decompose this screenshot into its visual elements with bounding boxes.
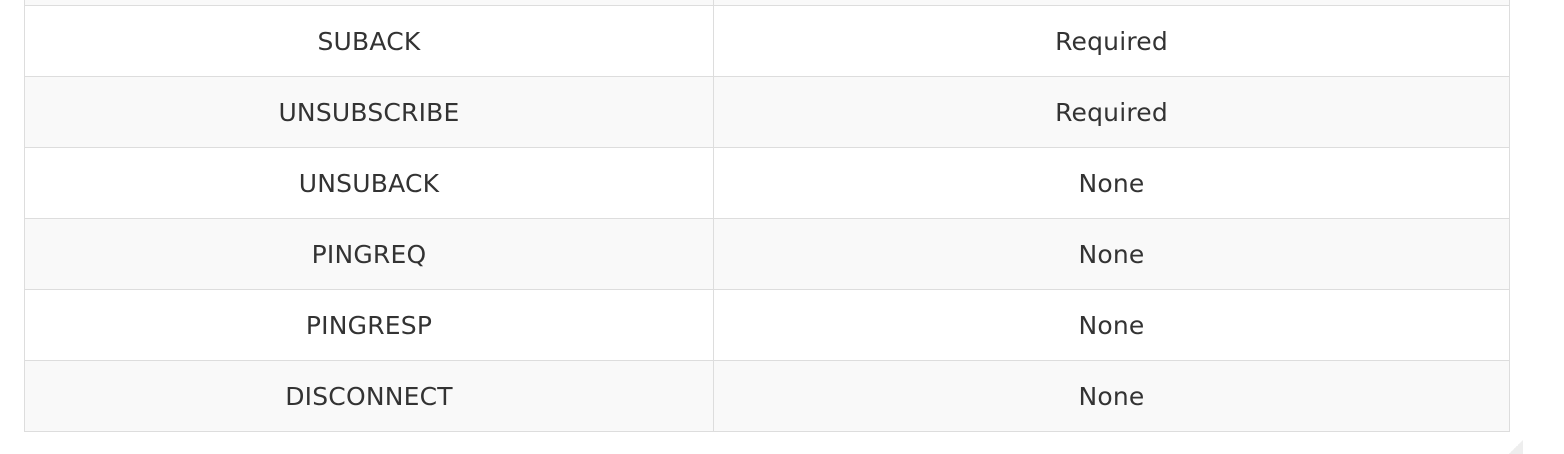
packet-cell: UNSUBACK [24, 147, 714, 219]
payload-cell: None [713, 360, 1510, 432]
packet-cell: PINGREQ [24, 218, 714, 290]
table-row: SUBACK Required [24, 5, 1510, 77]
payload-cell: Required [713, 76, 1510, 148]
payload-cell: Required [713, 5, 1510, 77]
packet-cell: PINGRESP [24, 289, 714, 361]
table-row: DISCONNECT None [24, 360, 1510, 432]
table-row: UNSUBACK None [24, 147, 1510, 219]
packet-cell: DISCONNECT [24, 360, 714, 432]
corner-decoration [1509, 440, 1523, 454]
payload-cell: None [713, 218, 1510, 290]
table-row: PINGREQ None [24, 218, 1510, 290]
payload-cell: None [713, 289, 1510, 361]
payload-cell: None [713, 147, 1510, 219]
packet-cell: SUBACK [24, 5, 714, 77]
packet-payload-table: SUBACK Required UNSUBSCRIBE Required UNS… [24, 0, 1510, 432]
table-row: PINGRESP None [24, 289, 1510, 361]
packet-cell: UNSUBSCRIBE [24, 76, 714, 148]
table-row: UNSUBSCRIBE Required [24, 76, 1510, 148]
payload-table: SUBACK Required UNSUBSCRIBE Required UNS… [24, 0, 1510, 432]
